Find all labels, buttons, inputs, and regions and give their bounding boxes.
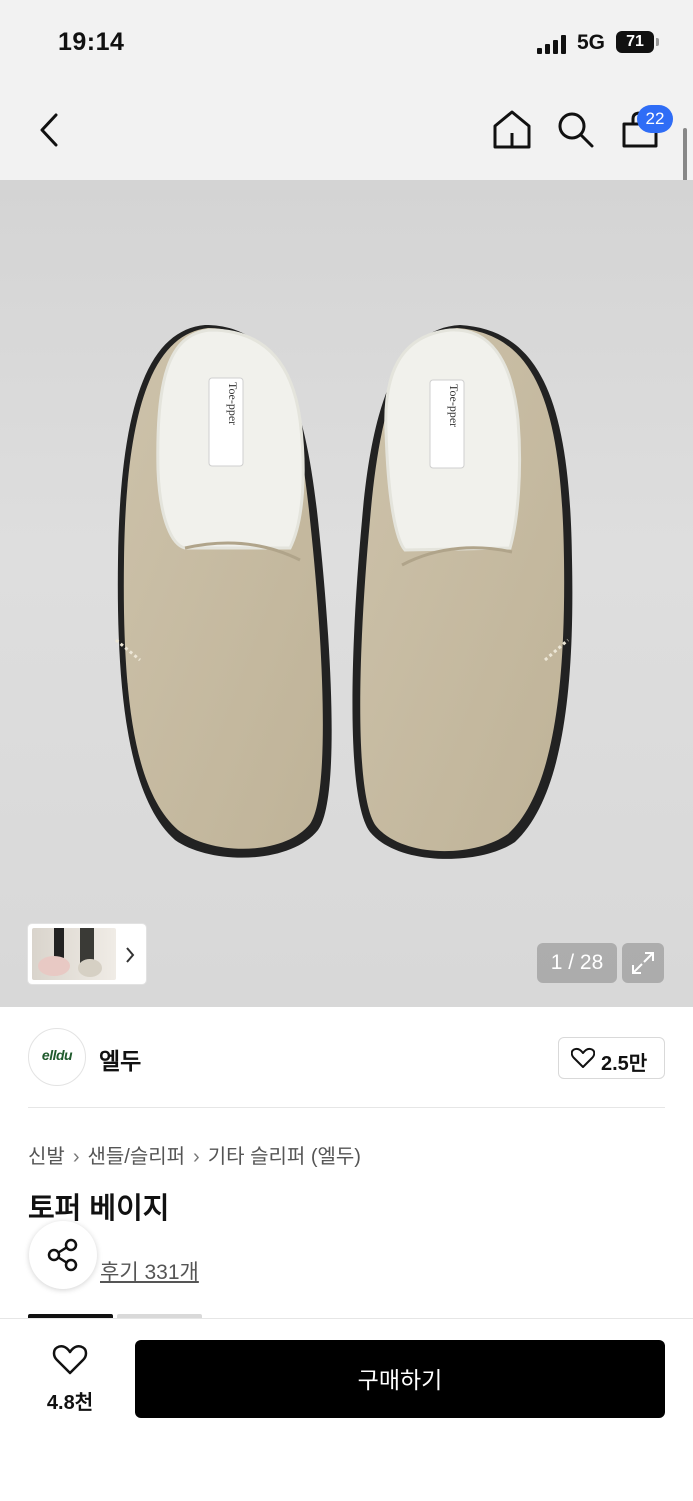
breadcrumb-item-other-slippers[interactable]: 기타 슬리퍼 (엘두) — [208, 1146, 361, 1168]
battery-nub — [656, 38, 659, 46]
status-time: 19:14 — [58, 28, 125, 56]
expand-icon — [632, 952, 654, 974]
status-bar: 19:14 5G 71 — [0, 0, 693, 88]
breadcrumb-separator: › — [193, 1146, 200, 1168]
back-icon[interactable] — [34, 110, 66, 150]
brand-logo-text: elldu — [41, 1047, 73, 1063]
insole-label-right: Toe-pper — [447, 384, 461, 427]
breadcrumb: 신발 › 샌들/슬리퍼 › 기타 슬리퍼 (엘두) — [28, 1140, 361, 1169]
brand-like-button[interactable]: 2.5만 — [558, 1037, 665, 1079]
chevron-right-icon[interactable] — [124, 946, 136, 964]
brand-logo[interactable]: elldu — [28, 1028, 86, 1086]
right-slipper: Toe-pper — [352, 325, 573, 859]
search-icon[interactable] — [554, 108, 596, 150]
image-pager: 1 / 28 — [537, 943, 617, 983]
network-type: 5G — [577, 31, 606, 54]
breadcrumb-item-shoes[interactable]: 신발 — [28, 1146, 65, 1168]
product-title: 토퍼 베이지 — [28, 1193, 170, 1225]
breadcrumb-item-sandals[interactable]: 샌들/슬리퍼 — [87, 1146, 185, 1168]
home-icon[interactable] — [490, 107, 534, 151]
signal-icon — [537, 34, 569, 54]
brand-name[interactable]: 엘두 — [99, 1042, 141, 1076]
battery-icon: 71 — [616, 31, 654, 53]
brand-row: elldu 엘두 2.5만 — [28, 1028, 665, 1086]
slipper-image: Toe-pper Toe-pper — [115, 325, 573, 859]
insole-label-left: Toe-pper — [226, 382, 240, 425]
heart-icon — [52, 1344, 88, 1375]
expand-button[interactable] — [622, 943, 664, 983]
heart-icon — [571, 1047, 595, 1068]
share-button[interactable] — [29, 1221, 97, 1289]
review-link[interactable]: 후기 331개 — [100, 1256, 199, 1286]
product-image[interactable]: Toe-pper Toe-pper — [0, 180, 693, 1007]
wishlist-count: 4.8천 — [46, 1392, 94, 1414]
breadcrumb-separator: › — [72, 1146, 80, 1168]
buy-button[interactable]: 구매하기 — [135, 1340, 665, 1418]
share-icon — [47, 1238, 78, 1272]
wishlist-button[interactable]: 4.8천 — [28, 1338, 112, 1418]
left-slipper: Toe-pper — [115, 325, 332, 858]
thumbnail-strip[interactable] — [28, 924, 146, 984]
thumbnail-image[interactable] — [32, 928, 116, 980]
divider — [28, 1107, 665, 1108]
brand-like-count: 2.5만 — [601, 1053, 648, 1075]
cart-badge: 22 — [637, 105, 673, 133]
